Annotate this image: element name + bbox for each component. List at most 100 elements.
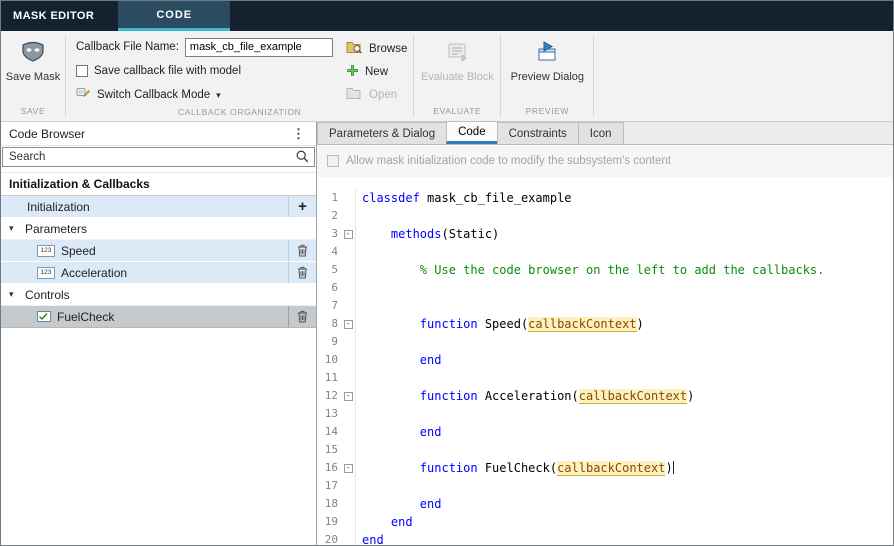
tree-item-initialization[interactable]: Initialization+ (1, 196, 316, 218)
code-token: mask_cb_file_example (420, 191, 572, 205)
app-title: MASK EDITOR (1, 1, 106, 31)
tree-item-controls[interactable]: ▾ Controls (1, 284, 316, 306)
delete-item-button[interactable] (288, 240, 316, 261)
save-mask-button[interactable]: Save Mask (7, 35, 59, 83)
code-line[interactable]: 12- function Acceleration(callbackContex… (317, 387, 893, 405)
tree-item-main[interactable]: 123Speed (1, 240, 288, 261)
new-button[interactable]: New (346, 60, 407, 83)
save-with-model-checkbox[interactable] (76, 65, 88, 77)
line-number: 14 (317, 423, 341, 441)
tree-item-speed[interactable]: 123Speed (1, 240, 316, 262)
code-line[interactable]: 9 (317, 333, 893, 351)
tree-item-acceleration[interactable]: 123Acceleration (1, 262, 316, 284)
code-line[interactable]: 14 end (317, 423, 893, 441)
code-line[interactable]: 18 end (317, 495, 893, 513)
open-label: Open (369, 89, 397, 101)
fold-gutter (341, 441, 356, 459)
code-line[interactable]: 20end (317, 531, 893, 545)
tree-item-label: Controls (25, 288, 70, 302)
code-token (362, 227, 391, 241)
trash-icon (297, 266, 308, 279)
fold-gutter (341, 243, 356, 261)
code-token: function (420, 389, 478, 403)
tab-code[interactable]: Code (446, 121, 498, 144)
tree-item-parameters[interactable]: ▾Parameters (1, 218, 316, 240)
preview-section: Preview Dialog PREVIEW (501, 31, 593, 121)
code-text (356, 279, 362, 297)
code-browser-panel: Code Browser ⋮ Initialization & Callback… (1, 122, 317, 545)
highlighted-token: callbackContext (579, 389, 687, 404)
code-line[interactable]: 4 (317, 243, 893, 261)
line-number: 7 (317, 297, 341, 315)
line-number: 19 (317, 513, 341, 531)
tree-item-main[interactable]: ▾Parameters (1, 218, 316, 239)
delete-item-button[interactable] (288, 306, 316, 327)
code-token: classdef (362, 191, 420, 205)
callback-file-name-input[interactable] (185, 38, 333, 57)
code-text: function Acceleration(callbackContext) (356, 387, 694, 405)
preview-dialog-button[interactable]: Preview Dialog (507, 35, 587, 83)
tree-item-main[interactable]: FuelCheck (1, 306, 288, 327)
chevron-down-icon[interactable]: ▾ (9, 223, 19, 234)
switch-callback-mode-icon (76, 87, 91, 103)
code-fold-collapse-icon[interactable]: - (344, 464, 353, 473)
evaluate-block-button[interactable]: Evaluate Block (420, 35, 494, 83)
browse-button[interactable]: Browse (346, 37, 407, 60)
code-line[interactable]: 6 (317, 279, 893, 297)
kebab-menu-icon[interactable]: ⋮ (289, 126, 308, 142)
tree-item-main[interactable]: 123Acceleration (1, 262, 288, 283)
titlebar: MASK EDITOR CODE (1, 1, 893, 31)
code-line[interactable]: 2 (317, 207, 893, 225)
code-line[interactable]: 19 end (317, 513, 893, 531)
ribbon: Save Mask SAVE Callback File Name: Save … (1, 31, 893, 122)
code-line[interactable]: 10 end (317, 351, 893, 369)
ribbon-tab-code[interactable]: CODE (118, 1, 230, 31)
text-cursor (673, 461, 674, 474)
code-line[interactable]: 7 (317, 297, 893, 315)
tab-parameters-and-dialog[interactable]: Parameters & Dialog (317, 122, 447, 144)
allow-init-checkbox[interactable] (327, 155, 339, 167)
tab-constraints[interactable]: Constraints (497, 122, 579, 144)
code-editor[interactable]: 1classdef mask_cb_file_example23- method… (317, 177, 893, 545)
tab-icon[interactable]: Icon (578, 122, 624, 144)
open-button[interactable]: Open (346, 83, 407, 106)
code-fold-collapse-icon[interactable]: - (344, 230, 353, 239)
delete-item-button[interactable] (288, 262, 316, 283)
fold-gutter (341, 351, 356, 369)
editor-tab-bar: Parameters & Dialog Code Constraints Ico… (317, 122, 893, 145)
code-line[interactable]: 17 (317, 477, 893, 495)
code-token (362, 353, 420, 367)
search-input[interactable] (2, 147, 315, 167)
fold-gutter (341, 477, 356, 495)
code-line[interactable]: 16- function FuelCheck(callbackContext) (317, 459, 893, 477)
tree-item-fuelcheck[interactable]: FuelCheck (1, 306, 316, 328)
code-fold-collapse-icon[interactable]: - (344, 320, 353, 329)
fold-gutter: - (341, 459, 356, 477)
code-line[interactable]: 1classdef mask_cb_file_example (317, 189, 893, 207)
preview-dialog-label: Preview Dialog (511, 71, 584, 83)
code-line[interactable]: 5 % Use the code browser on the left to … (317, 261, 893, 279)
chevron-down-icon[interactable]: ▾ (9, 289, 19, 300)
code-line[interactable]: 11 (317, 369, 893, 387)
tree-item-main[interactable]: Initialization (1, 196, 288, 217)
switch-callback-mode-button[interactable]: Switch Callback Mode ▾ (76, 83, 328, 107)
line-number: 2 (317, 207, 341, 225)
save-mask-icon (20, 41, 46, 68)
line-number: 6 (317, 279, 341, 297)
tree-item-main[interactable]: ▾ Controls (1, 284, 316, 305)
code-browser-title: Code Browser (9, 127, 85, 141)
code-line[interactable]: 15 (317, 441, 893, 459)
code-line[interactable]: 8- function Speed(callbackContext) (317, 315, 893, 333)
code-fold-collapse-icon[interactable]: - (344, 392, 353, 401)
line-number: 5 (317, 261, 341, 279)
add-callback-button[interactable]: + (288, 196, 316, 217)
editor-panel: Parameters & Dialog Code Constraints Ico… (317, 122, 893, 545)
parameter-123-icon: 123 (37, 245, 55, 257)
code-line[interactable]: 13 (317, 405, 893, 423)
code-token: (Static) (441, 227, 499, 241)
search-icon (296, 150, 309, 168)
fold-gutter (341, 423, 356, 441)
code-line[interactable]: 3- methods(Static) (317, 225, 893, 243)
code-text: function Speed(callbackContext) (356, 315, 644, 333)
code-token: end (420, 353, 442, 367)
